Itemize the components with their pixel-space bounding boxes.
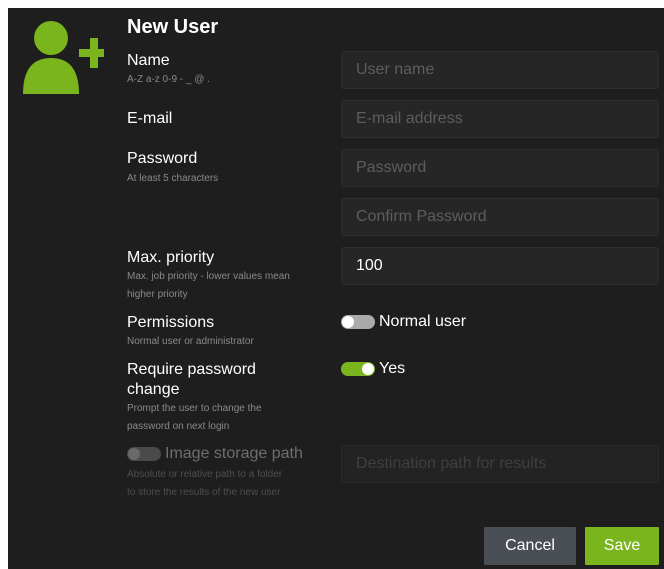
new-user-dialog: New User Name A-Z a-z 0-9 - _ @ . E-mail…	[8, 8, 664, 569]
priority-input[interactable]	[341, 247, 659, 285]
priority-hint-line2: higher priority	[127, 289, 188, 300]
permissions-toggle[interactable]	[341, 315, 375, 329]
require-change-toggle-label: Yes	[379, 360, 406, 377]
toggle-knob	[362, 363, 374, 375]
permissions-hint: Normal user or administrator	[127, 336, 254, 347]
permissions-toggle-label: Normal user	[379, 313, 467, 330]
add-user-icon	[23, 21, 104, 94]
priority-label: Max. priority	[127, 249, 215, 266]
dialog-title: New User	[127, 16, 219, 38]
permissions-label: Permissions	[127, 314, 215, 331]
storage-path-toggle[interactable]	[127, 447, 161, 461]
password-input[interactable]	[341, 149, 659, 187]
priority-hint-line1: Max. job priority - lower values mean	[127, 271, 290, 282]
require-change-label-line1: Require password	[127, 361, 256, 378]
username-input[interactable]	[341, 51, 659, 89]
name-label: Name	[127, 52, 170, 69]
email-input[interactable]	[341, 100, 659, 138]
password-label: Password	[127, 150, 198, 167]
email-label: E-mail	[127, 110, 173, 127]
password-hint: At least 5 characters	[127, 173, 219, 184]
require-change-toggle[interactable]	[341, 362, 375, 376]
storage-path-hint-line1: Absolute or relative path to a folder	[127, 469, 283, 480]
require-change-hint-line1: Prompt the user to change the	[127, 403, 262, 414]
storage-path-label: Image storage path	[165, 445, 303, 462]
name-hint: A-Z a-z 0-9 - _ @ .	[127, 74, 210, 85]
toggle-knob	[342, 316, 354, 328]
require-change-hint-line2: password on next login	[127, 421, 230, 432]
save-button[interactable]: Save	[585, 527, 659, 565]
storage-path-input[interactable]	[341, 445, 659, 483]
require-change-label-line2: change	[127, 381, 180, 398]
toggle-knob	[128, 448, 140, 460]
confirm-password-input[interactable]	[341, 198, 659, 236]
cancel-button[interactable]: Cancel	[484, 527, 576, 565]
storage-path-hint-line2: to store the results of the new user	[127, 487, 281, 498]
